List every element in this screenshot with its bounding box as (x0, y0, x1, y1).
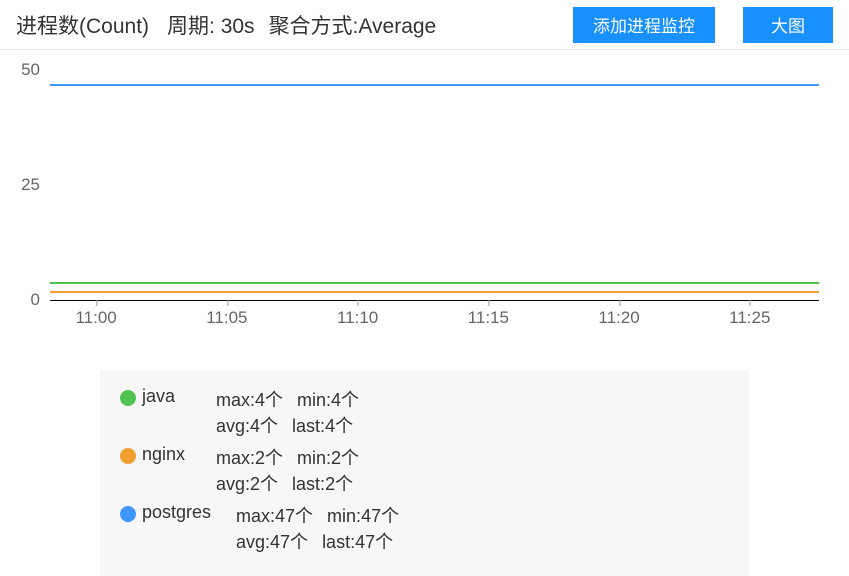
chart-title: 进程数(Count) (16, 10, 149, 40)
y-tick-0: 0 (10, 290, 40, 310)
chart-plot-area: 50 25 0 (50, 70, 819, 300)
aggregate-label: 聚合方式:Average (269, 10, 437, 40)
series-line-postgres (50, 84, 819, 86)
chart-header: 进程数(Count) 周期: 30s 聚合方式:Average 添加进程监控 大… (0, 0, 849, 50)
period-label: 周期: 30s (167, 10, 255, 40)
x-tick-2: 11:10 (337, 308, 378, 327)
legend-stats-java: max:4个 min:4个 avg:4个 last:4个 (216, 386, 416, 438)
legend: java max:4个 min:4个 avg:4个 last:4个 nginx … (100, 370, 749, 576)
x-tick-1: 11:05 (206, 308, 247, 327)
x-axis-ticks: 11:00 11:05 11:10 11:15 11:20 11:25 (50, 308, 819, 338)
x-tick-3: 11:15 (468, 308, 509, 327)
y-tick-50: 50 (10, 60, 40, 80)
plot (50, 70, 819, 300)
x-tick-0: 11:00 (75, 308, 116, 327)
x-axis-line (50, 300, 819, 301)
legend-stats-postgres: max:47个 min:47个 avg:47个 last:47个 (236, 502, 436, 554)
legend-item-java[interactable]: java max:4个 min:4个 avg:4个 last:4个 (120, 386, 416, 438)
legend-item-nginx[interactable]: nginx max:2个 min:2个 avg:2个 last:2个 (120, 444, 416, 496)
legend-item-postgres[interactable]: postgres max:47个 min:47个 avg:47个 last:47… (120, 502, 436, 554)
add-process-monitor-button[interactable]: 添加进程监控 (573, 7, 715, 43)
legend-stats-nginx: max:2个 min:2个 avg:2个 last:2个 (216, 444, 416, 496)
circle-icon (120, 390, 136, 406)
circle-icon (120, 506, 136, 522)
legend-name-nginx: nginx (142, 444, 202, 465)
chart-meta-group: 周期: 30s 聚合方式:Average (167, 10, 436, 40)
x-tick-4: 11:20 (598, 308, 639, 327)
legend-name-java: java (142, 386, 202, 407)
legend-name-postgres: postgres (142, 502, 222, 523)
series-line-java (50, 282, 819, 284)
x-tick-5: 11:25 (729, 308, 770, 327)
enlarge-button[interactable]: 大图 (743, 7, 833, 43)
circle-icon (120, 448, 136, 464)
series-line-nginx (50, 291, 819, 293)
y-tick-25: 25 (10, 175, 40, 195)
chart-container: 50 25 0 11:00 11:05 11:10 11:15 11:20 11… (0, 50, 849, 350)
